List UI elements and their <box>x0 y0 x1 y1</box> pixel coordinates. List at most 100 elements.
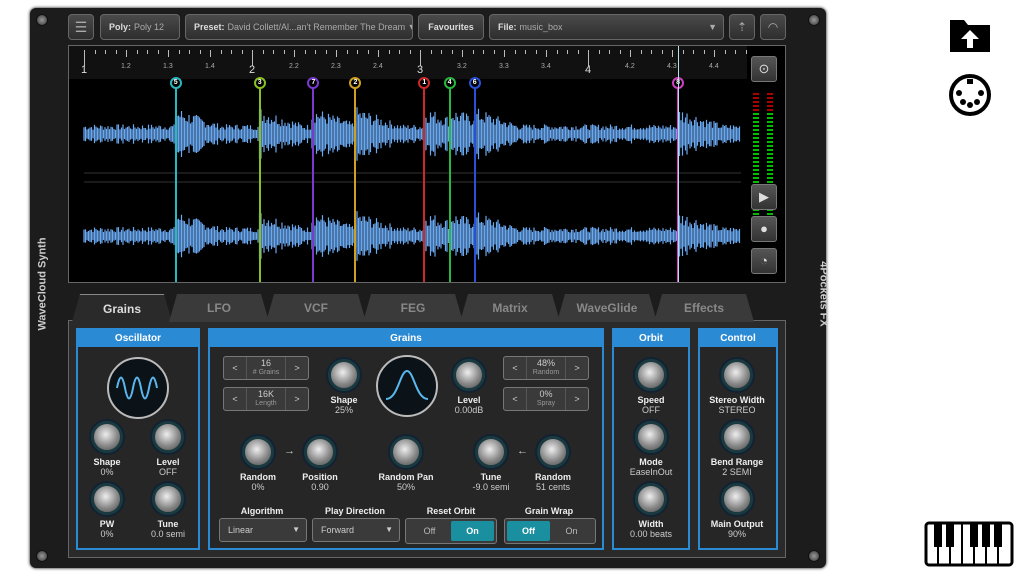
marker-5[interactable]: 5 <box>169 77 182 89</box>
tempo-button[interactable]: ◔ <box>751 248 777 274</box>
ruler-tick <box>357 50 358 54</box>
reset-orbit-toggle[interactable]: Off On <box>405 518 497 544</box>
increment-button[interactable]: > <box>566 388 588 410</box>
marker-line-7[interactable] <box>312 84 315 282</box>
marker-4[interactable]: 4 <box>443 77 456 89</box>
ruler-tick <box>661 50 663 54</box>
marker-3[interactable]: 3 <box>253 77 266 89</box>
file-dropdown[interactable]: File: music_box ▼ <box>489 14 724 40</box>
decrement-button[interactable]: < <box>224 388 246 410</box>
arrow-right-icon: → <box>284 445 295 457</box>
osc-level-knob[interactable] <box>152 421 184 453</box>
waveform-display[interactable]: 1 1.2 1.3 1.4 2 2.2 2.3 2.4 3 3.2 3.3 3.4 4 4.2 4.3 4.4… <box>68 45 786 283</box>
main-output-knob[interactable] <box>721 483 753 515</box>
download-button[interactable]: ⊙ <box>751 56 777 82</box>
stereo-width-knob[interactable] <box>721 359 753 391</box>
timeline-ruler[interactable]: 1 1.2 1.3 1.4 2 2.2 2.3 2.4 3 3.2 3.3 3.4 4 4.2 4.3 4.4 <box>69 46 747 79</box>
ruler-label: 4.2 <box>625 63 635 70</box>
marker-line-3[interactable] <box>258 84 261 282</box>
random-pan-knob[interactable] <box>390 436 422 468</box>
poly-button[interactable]: Poly: Poly 12 <box>100 14 180 40</box>
bend-range-knob[interactable] <box>721 421 753 453</box>
grain-shape-knob[interactable] <box>328 359 360 391</box>
decrement-button[interactable]: < <box>504 357 526 379</box>
piano-keyboard-icon[interactable] <box>924 521 1014 567</box>
tab-grains[interactable]: Grains <box>72 294 172 322</box>
ruler-label: 1.4 <box>205 63 215 70</box>
gauge-button[interactable]: ◠ <box>760 14 786 40</box>
grain-wrap-off[interactable]: Off <box>507 521 550 541</box>
algorithm-dropdown[interactable]: Linear ▼ <box>219 518 307 542</box>
orbit-width-label: Width 0.00 beats <box>629 519 673 539</box>
increment-button[interactable]: > <box>566 357 588 379</box>
ruler-label: 3 <box>417 64 424 76</box>
tab-vcf[interactable]: VCF <box>266 294 366 322</box>
chevron-down-icon: ▼ <box>385 525 393 534</box>
orbit-width-knob[interactable] <box>635 483 667 515</box>
grain-wrap-on[interactable]: On <box>550 521 593 541</box>
stepper-spray[interactable]: <0% Spray > <box>503 387 589 411</box>
record-button[interactable]: ● <box>751 216 777 242</box>
ruler-tick <box>630 50 631 57</box>
orbit-mode-knob[interactable] <box>635 421 667 453</box>
upload-button[interactable]: ⇡ <box>729 14 755 40</box>
ruler-tick <box>703 50 705 54</box>
tab-feg[interactable]: FEG <box>363 294 463 322</box>
orbit-speed-knob[interactable] <box>635 359 667 391</box>
ruler-tick <box>315 50 316 54</box>
random-tune-knob[interactable] <box>537 436 569 468</box>
ruler-tick <box>336 50 337 57</box>
random-position-knob[interactable] <box>242 436 274 468</box>
ruler-tick <box>640 50 642 54</box>
marker-number: 3 <box>257 79 262 86</box>
screw <box>808 550 820 562</box>
marker-6[interactable]: 6 <box>468 77 481 89</box>
marker-line-5[interactable] <box>174 84 177 282</box>
osc-tune-knob[interactable] <box>152 483 184 515</box>
ruler-tick <box>325 50 327 54</box>
play-direction-label: Play Direction <box>324 506 386 516</box>
ruler-tick <box>682 50 684 54</box>
ruler-tick <box>388 50 390 54</box>
reset-orbit-on[interactable]: On <box>451 521 494 541</box>
marker-number: 7 <box>311 79 316 86</box>
marker-line-1[interactable] <box>423 84 426 282</box>
grain-level-knob[interactable] <box>453 359 485 391</box>
screw <box>36 14 48 26</box>
menu-button[interactable]: ☰ <box>68 14 94 40</box>
tab-effects[interactable]: Effects <box>654 294 754 322</box>
ruler-tick <box>472 50 474 54</box>
folder-icon[interactable] <box>948 16 992 54</box>
preset-dropdown[interactable]: Preset: David Collett/Al...an't Remember … <box>185 14 413 40</box>
stepper-grains[interactable]: <16 # Grains > <box>223 356 309 380</box>
stepper-random[interactable]: <48% Random > <box>503 356 589 380</box>
increment-button[interactable]: > <box>286 357 308 379</box>
ruler-tick <box>283 50 285 54</box>
stepper-length[interactable]: <16K Length > <box>223 387 309 411</box>
ruler-tick <box>94 50 96 54</box>
ruler-tick <box>115 50 117 54</box>
osc-pw-knob[interactable] <box>91 483 123 515</box>
marker-line-2[interactable] <box>354 84 357 282</box>
grain-wrap-toggle[interactable]: Off On <box>504 518 596 544</box>
osc-shape-knob[interactable] <box>91 421 123 453</box>
marker-line-4[interactable] <box>448 84 451 282</box>
tab-waveglide[interactable]: WaveGlide <box>557 294 657 322</box>
favourites-button[interactable]: Favourites <box>418 14 484 40</box>
play-button[interactable]: ▶ <box>751 184 777 210</box>
ruler-tick <box>619 50 621 54</box>
stepper-value: 16 <box>260 358 271 368</box>
playhead[interactable] <box>678 46 680 282</box>
ruler-tick <box>189 50 190 54</box>
tab-lfo[interactable]: LFO <box>169 294 269 322</box>
tune-knob[interactable] <box>475 436 507 468</box>
tab-matrix[interactable]: Matrix <box>460 294 560 322</box>
position-knob[interactable] <box>304 436 336 468</box>
decrement-button[interactable]: < <box>224 357 246 379</box>
reset-orbit-off[interactable]: Off <box>408 521 451 541</box>
ruler-tick <box>577 50 579 54</box>
ruler-tick <box>126 50 127 57</box>
marker-line-6[interactable] <box>473 84 476 282</box>
play-direction-dropdown[interactable]: Forward ▼ <box>312 518 400 542</box>
midi-icon[interactable] <box>948 73 992 117</box>
